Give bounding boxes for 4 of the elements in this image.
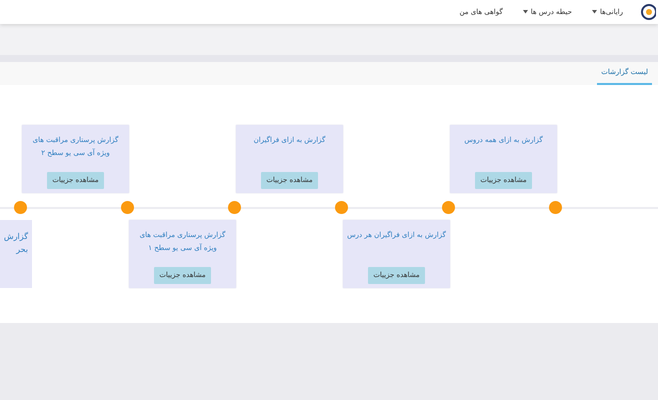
caret-icon	[592, 10, 597, 14]
caret-icon	[522, 10, 528, 14]
report-title: گزارش	[4, 231, 28, 243]
report-title: بحر	[14, 244, 28, 256]
